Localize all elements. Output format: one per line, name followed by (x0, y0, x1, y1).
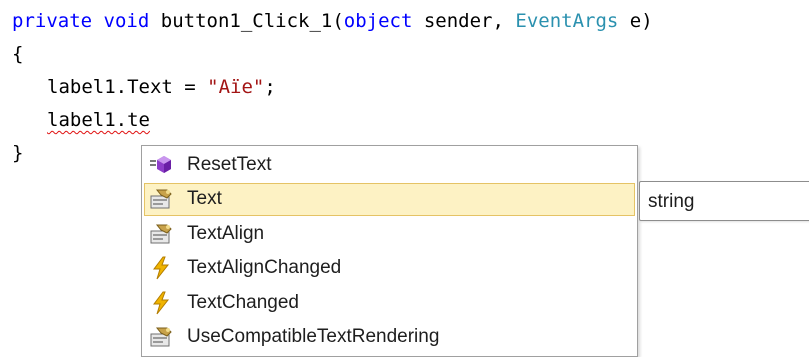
open-brace: { (12, 43, 24, 65)
completion-item[interactable]: TextChanged (144, 286, 635, 319)
method-signature: button1_Click_1( (160, 10, 344, 32)
tooltip-type-text: string (648, 191, 695, 212)
param-sender: sender, (412, 10, 516, 32)
close-brace: } (12, 142, 24, 164)
completion-item[interactable]: Text (144, 182, 635, 216)
keyword-private: private (12, 10, 93, 32)
typed-text-with-error[interactable]: label1.te (47, 109, 150, 131)
statement-terminator: ; (264, 76, 276, 98)
code-line-3: label1.Text = "Aïe"; (47, 72, 276, 102)
code-line-2: { (12, 39, 23, 69)
method-icon (149, 153, 173, 177)
keyword-object: object (343, 10, 413, 32)
completion-item-label: ResetText (187, 153, 272, 175)
code-line-5: } (12, 138, 23, 168)
property-icon (149, 222, 173, 246)
intellisense-completion-list[interactable]: ResetText Text TextAlign TextAlignChanged Te… (141, 145, 638, 357)
string-literal: "Aïe" (207, 76, 265, 98)
completion-item[interactable]: TextAlign (144, 217, 635, 250)
property-icon (149, 187, 173, 211)
code-line-1: private void button1_Click_1(object send… (12, 6, 653, 36)
property-icon (149, 325, 173, 349)
assignment-prefix: label1.Text = (47, 76, 208, 98)
completion-item-label: TextChanged (187, 291, 299, 313)
completion-item-label: TextAlignChanged (187, 257, 342, 278)
keyword-void: void (103, 10, 150, 32)
quick-info-tooltip: string (639, 181, 809, 221)
param-e: e) (618, 10, 653, 32)
completion-item-label: TextAlign (187, 222, 265, 244)
code-line-4[interactable]: label1.te (47, 105, 150, 135)
completion-item[interactable]: UseCompatibleTextRendering (144, 321, 635, 354)
completion-item[interactable]: ResetText (144, 148, 635, 181)
completion-item[interactable]: TextAlignChanged (144, 252, 635, 285)
event-icon (149, 291, 173, 315)
completion-item-label: Text (187, 188, 222, 209)
event-icon (149, 256, 173, 280)
type-eventargs: EventArgs (515, 10, 619, 32)
